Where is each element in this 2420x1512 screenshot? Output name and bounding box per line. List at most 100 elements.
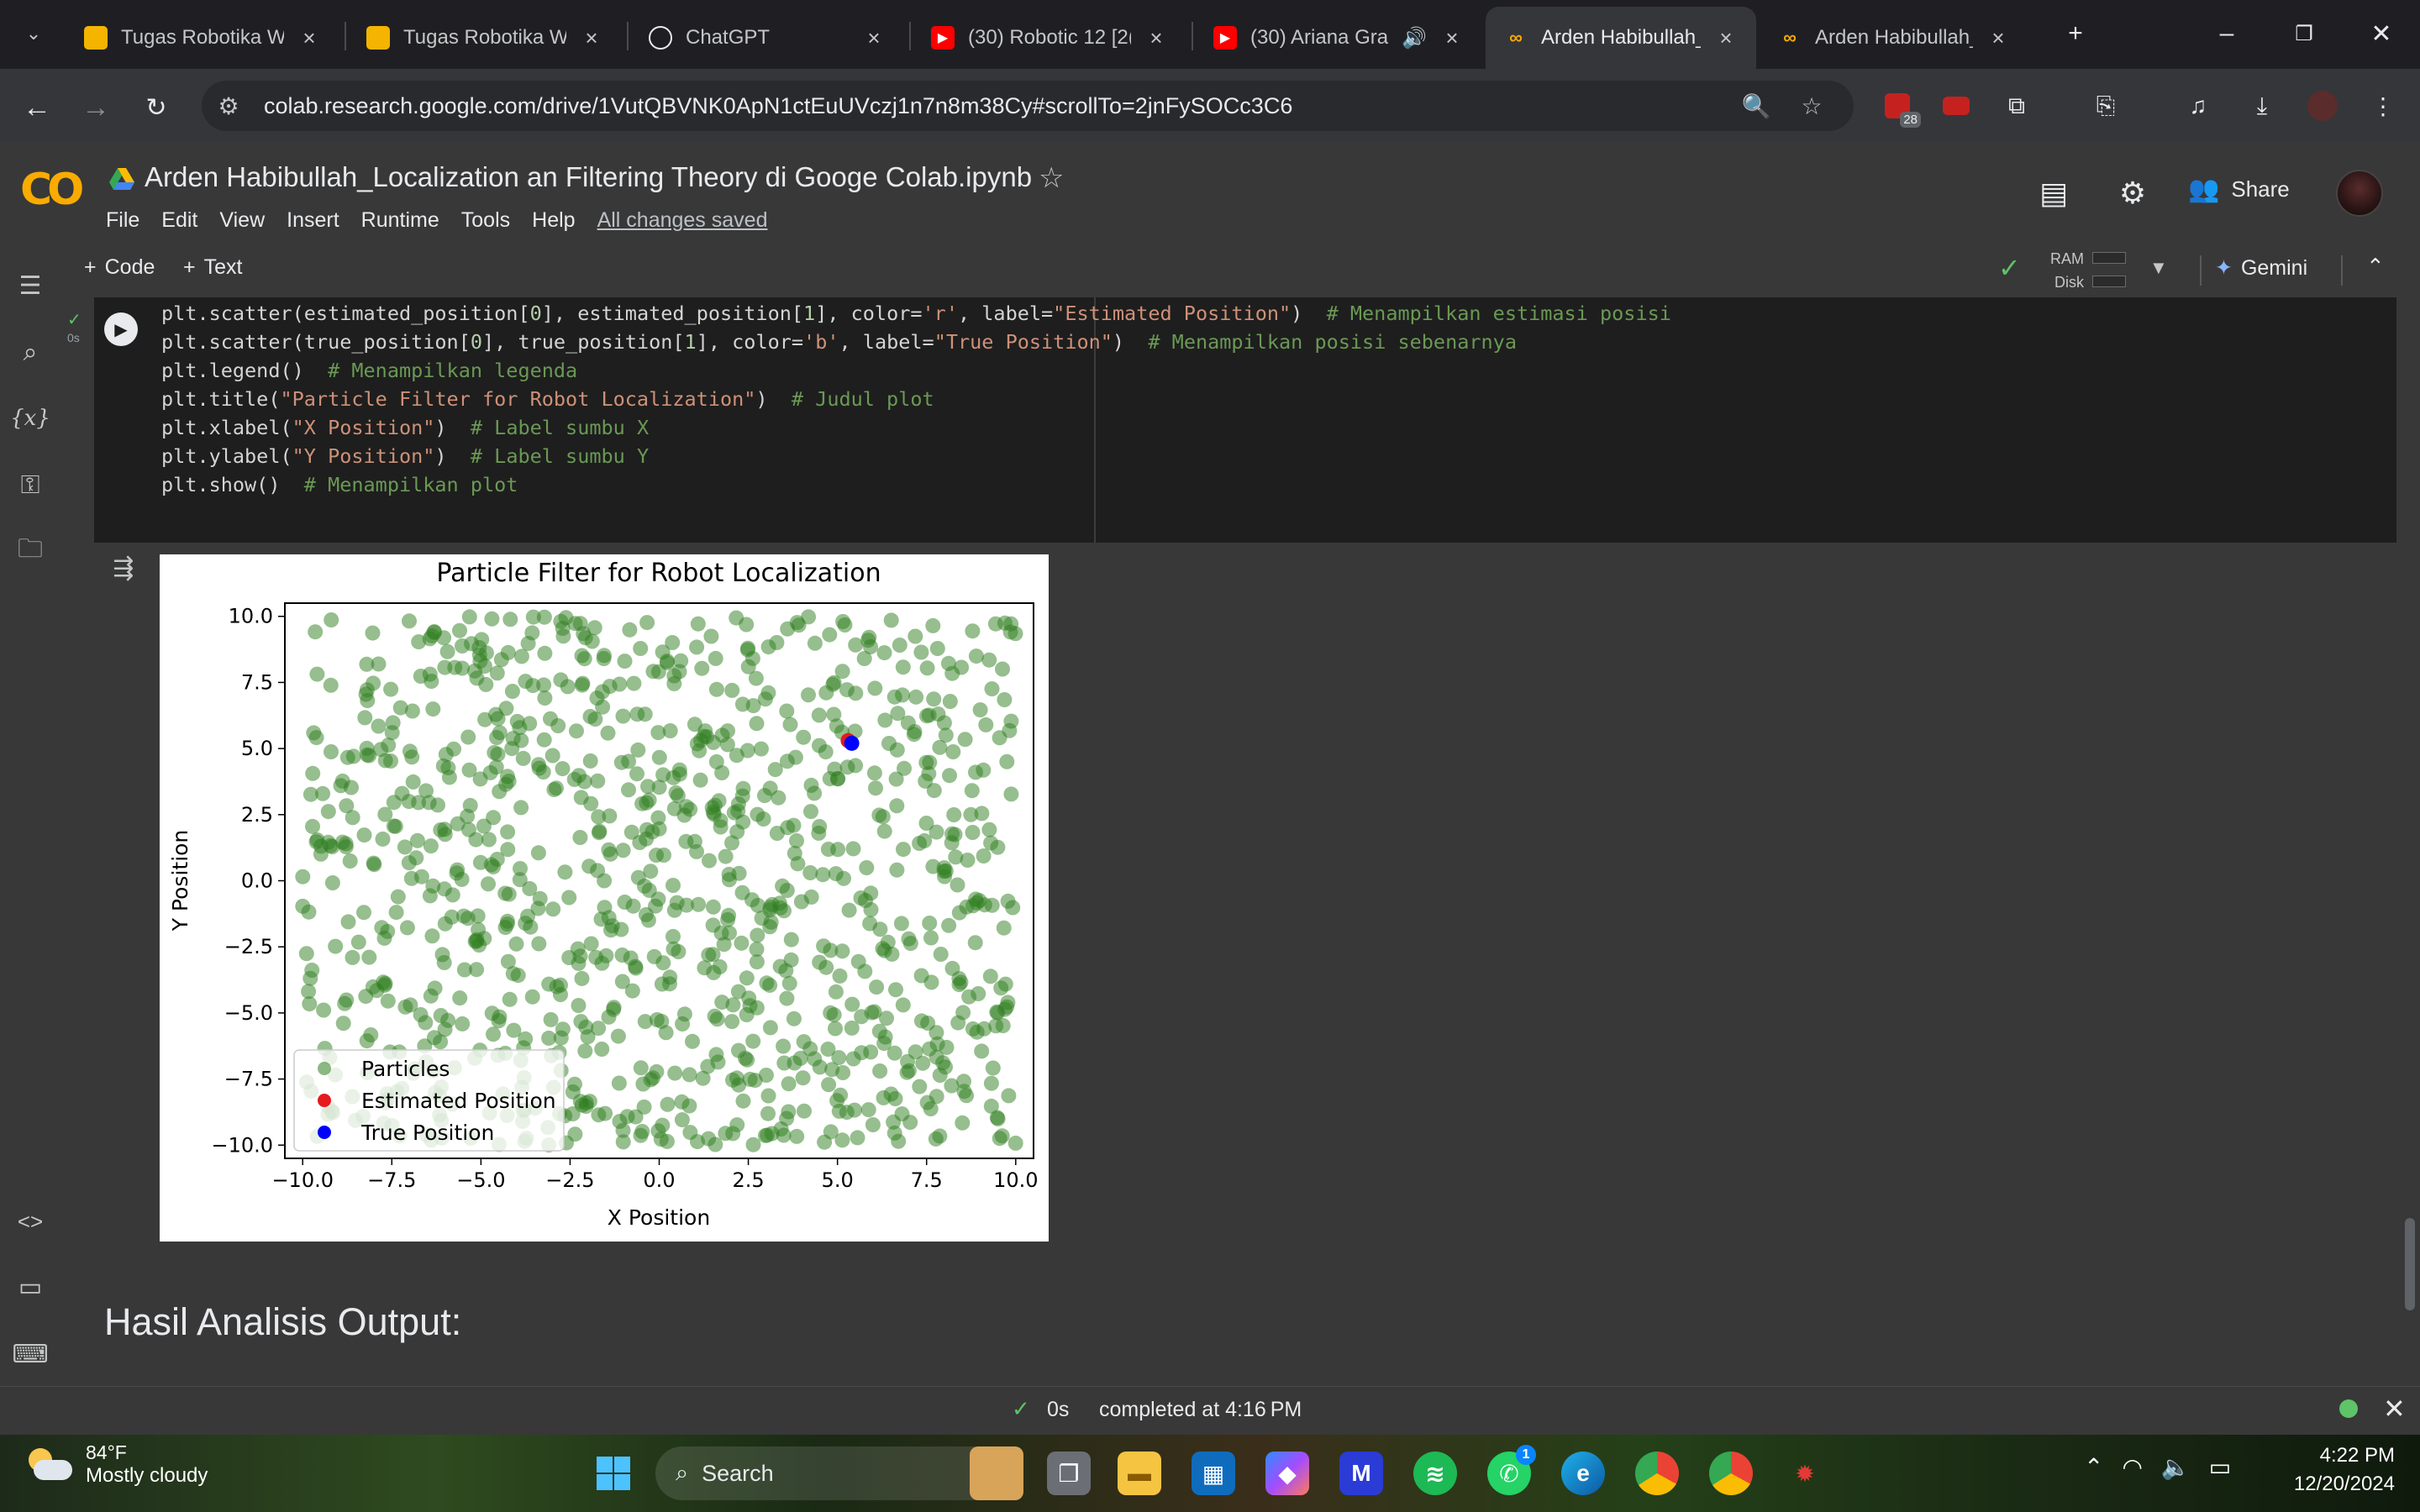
- reload-icon[interactable]: ↻: [136, 87, 176, 128]
- particle-point: [421, 795, 437, 811]
- menu-help[interactable]: Help: [532, 208, 575, 233]
- close-tab-icon[interactable]: ×: [297, 25, 321, 51]
- save-status-link[interactable]: All changes saved: [597, 208, 768, 233]
- extension-icon[interactable]: [1938, 87, 1975, 124]
- secrets-key-icon[interactable]: ⚿: [12, 467, 49, 504]
- close-window-icon[interactable]: ✕: [2356, 15, 2407, 52]
- minimize-icon[interactable]: –: [2202, 15, 2252, 52]
- gemini-button[interactable]: ✦ Gemini: [2215, 255, 2307, 281]
- taskbar-clock[interactable]: 4:22 PM 12/20/2024: [2269, 1441, 2395, 1499]
- bookmark-star-icon[interactable]: ☆: [1797, 91, 1827, 121]
- menu-view[interactable]: View: [219, 208, 265, 233]
- particle-point: [476, 659, 492, 674]
- show-hidden-icons-chevron-icon[interactable]: ⌃: [2084, 1453, 2103, 1481]
- browser-tab-1[interactable]: Tugas Robotika W ×: [66, 7, 339, 69]
- add-text-button[interactable]: + Text: [183, 255, 242, 280]
- spotify-icon[interactable]: ≋: [1413, 1452, 1457, 1495]
- screenshot-icon[interactable]: ⎘: [2087, 87, 2124, 124]
- new-tab-icon[interactable]: +: [2050, 15, 2101, 52]
- search-icon[interactable]: ⌕: [12, 334, 49, 371]
- file-explorer-icon[interactable]: ▬: [1118, 1452, 1161, 1495]
- extensions-puzzle-icon[interactable]: ⧉: [1998, 87, 2035, 124]
- particle-point: [644, 824, 660, 840]
- copilot-icon[interactable]: ◆: [1265, 1452, 1309, 1495]
- close-tab-icon[interactable]: ×: [1714, 25, 1738, 51]
- site-info-icon[interactable]: ⚙: [213, 91, 244, 121]
- task-view-icon[interactable]: ❐: [1047, 1452, 1091, 1495]
- restore-icon[interactable]: ❐: [2279, 15, 2329, 52]
- windows-start-icon[interactable]: [592, 1452, 635, 1495]
- terminal-icon[interactable]: ⌨: [12, 1336, 49, 1373]
- volume-icon[interactable]: 🔈: [2161, 1453, 2191, 1481]
- wifi-icon[interactable]: ◠: [2122, 1453, 2142, 1481]
- comment-icon[interactable]: ▤: [2032, 171, 2075, 215]
- runtime-dropdown-icon[interactable]: ▼: [2149, 257, 2168, 279]
- browser-tab-7[interactable]: ∞ Arden Habibullah_ ×: [1760, 7, 2028, 69]
- close-tab-icon[interactable]: ×: [1986, 25, 2010, 51]
- menu-runtime[interactable]: Runtime: [361, 208, 439, 233]
- add-code-button[interactable]: + Code: [84, 255, 155, 280]
- particle-point: [815, 867, 831, 883]
- edge-icon[interactable]: e: [1561, 1452, 1605, 1495]
- particle-point: [357, 710, 373, 726]
- notebook-title[interactable]: Arden Habibullah_Localization an Filteri…: [145, 161, 1032, 193]
- battery-icon[interactable]: ▭: [2209, 1453, 2231, 1481]
- browser-menu-icon[interactable]: ⋮: [2365, 87, 2402, 124]
- microsoft-store-icon[interactable]: ▦: [1192, 1452, 1235, 1495]
- taskbar-search[interactable]: ⌕ Search: [655, 1446, 1008, 1500]
- menu-file[interactable]: File: [106, 208, 139, 233]
- close-tab-icon[interactable]: ×: [862, 25, 886, 51]
- app-icon[interactable]: M: [1339, 1452, 1383, 1495]
- whatsapp-icon[interactable]: ✆ 1: [1487, 1445, 1536, 1495]
- close-tab-icon[interactable]: ×: [1144, 25, 1168, 51]
- chrome-icon[interactable]: [1635, 1452, 1679, 1495]
- zoom-icon[interactable]: 🔍: [1741, 91, 1771, 121]
- speaker-icon[interactable]: 🔊: [1402, 26, 1427, 50]
- back-icon[interactable]: ←: [17, 87, 57, 128]
- variables-icon[interactable]: {x}: [10, 400, 50, 437]
- particle-point: [767, 762, 783, 778]
- browser-tab-5[interactable]: ▶ (30) Ariana Gra 🔊 ×: [1195, 7, 1482, 69]
- app-icon[interactable]: ✹: [1783, 1452, 1827, 1495]
- share-button[interactable]: 👥 Share: [2188, 175, 2290, 204]
- browser-tab-6[interactable]: ∞ Arden Habibullah_ ×: [1486, 7, 1756, 69]
- extension-icon[interactable]: 28: [1879, 87, 1921, 128]
- address-bar[interactable]: colab.research.google.com/drive/1VutQBVN…: [202, 81, 1854, 131]
- download-icon[interactable]: ⤓: [2244, 87, 2281, 124]
- particle-point: [759, 975, 775, 991]
- tab-title: Tugas Robotika W: [403, 26, 566, 49]
- close-status-icon[interactable]: ✕: [2383, 1393, 2406, 1425]
- status-message[interactable]: completed at 4:16 PM: [1099, 1398, 1302, 1422]
- close-tab-icon[interactable]: ×: [580, 25, 603, 51]
- particle-point: [515, 750, 531, 766]
- settings-gear-icon[interactable]: ⚙: [2111, 171, 2154, 215]
- command-palette-icon[interactable]: ▭: [12, 1268, 49, 1305]
- files-folder-icon[interactable]: 🗀: [12, 533, 49, 570]
- profile-avatar-icon[interactable]: [2304, 87, 2341, 124]
- user-avatar[interactable]: [2336, 170, 2383, 217]
- weather-widget[interactable]: 84°F Mostly cloudy: [25, 1441, 208, 1488]
- browser-tab-2[interactable]: Tugas Robotika W ×: [348, 7, 622, 69]
- resource-monitor[interactable]: RAM Disk: [2050, 247, 2084, 294]
- output-actions-icon[interactable]: ⇶: [104, 551, 143, 585]
- menu-edit[interactable]: Edit: [161, 208, 197, 233]
- table-of-contents-icon[interactable]: ☰: [12, 267, 49, 304]
- colab-logo[interactable]: CO: [20, 165, 84, 215]
- scrollbar-thumb[interactable]: [2405, 1218, 2415, 1310]
- chrome-profile-icon[interactable]: [1709, 1452, 1753, 1495]
- forward-icon[interactable]: →: [76, 87, 116, 128]
- menu-insert[interactable]: Insert: [287, 208, 339, 233]
- browser-tab-4[interactable]: ▶ (30) Robotic 12 [2( ×: [913, 7, 1186, 69]
- code-snippets-icon[interactable]: <>: [12, 1203, 49, 1240]
- browser-tab-3[interactable]: ChatGPT ×: [630, 7, 904, 69]
- run-cell-button[interactable]: ▶: [104, 312, 138, 346]
- star-icon[interactable]: ☆: [1039, 161, 1064, 195]
- media-controls-icon[interactable]: ♫: [2180, 87, 2217, 124]
- tab-search-chevron-icon[interactable]: ⌄: [17, 15, 50, 52]
- collapse-header-chevron-icon[interactable]: ⌃: [2366, 254, 2385, 280]
- code-editor[interactable]: plt.scatter(estimated_position[0], estim…: [161, 299, 1671, 499]
- menu-tools[interactable]: Tools: [461, 208, 510, 233]
- y-axis-ticks: −10.0 −7.5 −5.0 −2.5 0.0 2.5 5.0 7.5 10.0: [211, 605, 285, 1157]
- search-highlight-icon[interactable]: [970, 1446, 1023, 1500]
- close-tab-icon[interactable]: ×: [1440, 25, 1464, 51]
